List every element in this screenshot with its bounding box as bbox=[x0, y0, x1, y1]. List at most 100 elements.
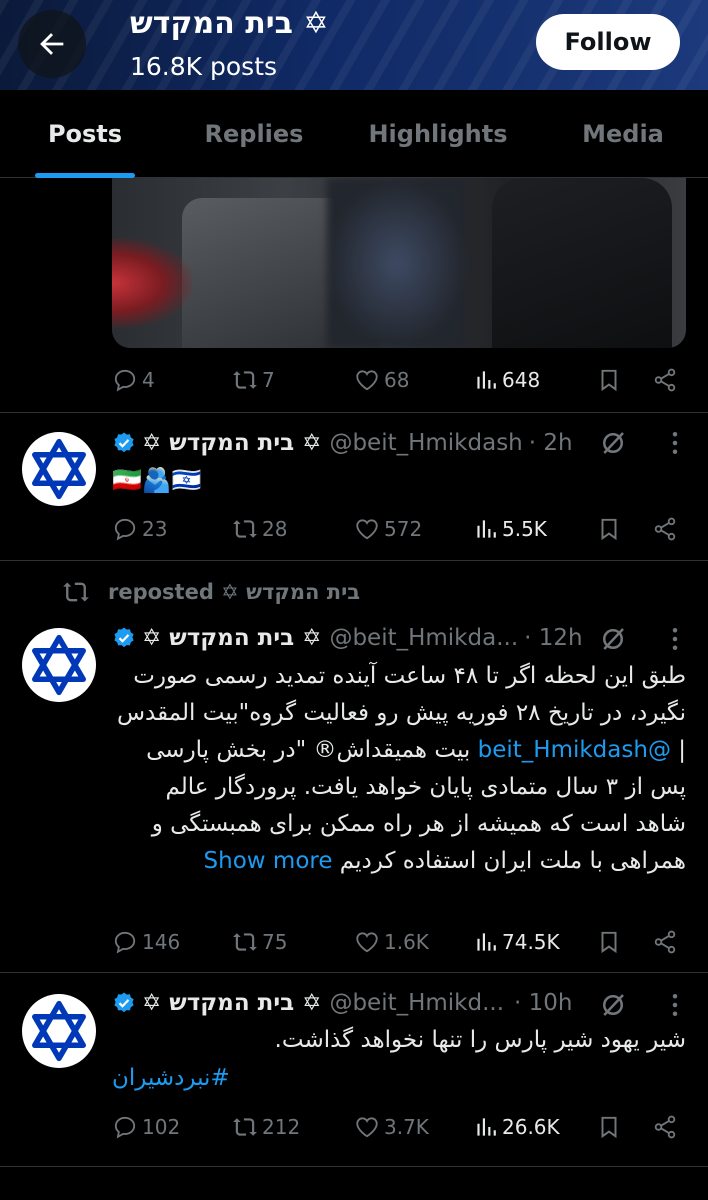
reply-count: 102 bbox=[142, 1115, 181, 1139]
like-button[interactable]: 572 bbox=[354, 516, 472, 542]
star-of-david-icon bbox=[32, 634, 86, 696]
share-icon bbox=[654, 368, 676, 392]
display-name[interactable]: ✡ בית המקדש ✡ bbox=[142, 430, 321, 456]
views-button[interactable]: 648 bbox=[472, 367, 596, 393]
tweet-media-image[interactable] bbox=[112, 178, 686, 348]
bookmark-button[interactable] bbox=[596, 1114, 652, 1140]
more-options-icon[interactable] bbox=[660, 428, 690, 458]
display-name[interactable]: ✡ בית המקדש ✡ bbox=[142, 625, 321, 651]
grok-icon[interactable] bbox=[598, 624, 628, 654]
user-handle[interactable]: @beit_Hmikd... bbox=[329, 990, 504, 1016]
share-icon bbox=[654, 517, 676, 541]
share-button[interactable] bbox=[652, 367, 678, 393]
repost-indicator[interactable]: reposted ✡ בית המקדש bbox=[62, 578, 360, 606]
views-count: 26.6K bbox=[502, 1115, 560, 1139]
tweet-text: شیر یهود شیر پارس را تنها نخواهد گذاشت. bbox=[274, 1027, 686, 1053]
star-of-david-icon bbox=[32, 438, 86, 500]
heart-icon bbox=[356, 1117, 378, 1138]
verified-badge-icon bbox=[114, 627, 134, 648]
repost-button[interactable]: 75 bbox=[232, 929, 354, 955]
views-icon bbox=[477, 1118, 496, 1136]
hashtag-link[interactable]: #نبردشیران bbox=[112, 1060, 232, 1097]
share-button[interactable] bbox=[652, 516, 678, 542]
repost-label: reposted ✡ בית המקדש bbox=[108, 580, 361, 604]
reply-count: 146 bbox=[142, 930, 181, 954]
repost-button[interactable]: 212 bbox=[232, 1114, 354, 1140]
reply-button[interactable]: 4 bbox=[112, 367, 232, 393]
show-more-link[interactable]: Show more bbox=[204, 848, 333, 874]
divider bbox=[0, 412, 708, 413]
views-button[interactable]: 5.5K bbox=[472, 516, 596, 542]
avatar[interactable] bbox=[22, 628, 96, 702]
tweet-actions: 146 75 1.6K 74.5K bbox=[112, 922, 682, 962]
like-count: 68 bbox=[384, 368, 410, 392]
repost-icon bbox=[233, 520, 257, 538]
reply-icon bbox=[114, 1116, 136, 1139]
repost-button[interactable]: 7 bbox=[232, 367, 354, 393]
tab-highlights[interactable]: Highlights bbox=[338, 90, 538, 178]
officer-jacket bbox=[492, 178, 672, 348]
heart-icon bbox=[356, 370, 378, 391]
back-button[interactable] bbox=[18, 10, 86, 78]
posts-count: 16.8K posts bbox=[130, 52, 278, 81]
views-icon bbox=[477, 371, 496, 389]
more-options-icon[interactable] bbox=[660, 624, 690, 654]
tab-media[interactable]: Media bbox=[538, 90, 708, 178]
reply-button[interactable]: 23 bbox=[112, 516, 232, 542]
more-options-icon[interactable] bbox=[660, 990, 690, 1020]
bookmark-button[interactable] bbox=[596, 367, 652, 393]
share-button[interactable] bbox=[652, 929, 678, 955]
share-button[interactable] bbox=[652, 1114, 678, 1140]
reply-button[interactable]: 146 bbox=[112, 929, 232, 955]
like-button[interactable]: 3.7K bbox=[354, 1114, 472, 1140]
heart-icon bbox=[356, 519, 378, 540]
views-count: 74.5K bbox=[502, 930, 560, 954]
tweet-time[interactable]: · 2h bbox=[529, 430, 573, 456]
views-button[interactable]: 26.6K bbox=[472, 1114, 596, 1140]
repost-icon bbox=[63, 582, 89, 602]
grok-icon[interactable] bbox=[598, 428, 628, 458]
tweet-text: طبق این لحظه اگر تا ۴۸ ساعت آینده تمدید … bbox=[112, 658, 686, 880]
repost-icon bbox=[233, 371, 257, 389]
like-button[interactable]: 1.6K bbox=[354, 929, 472, 955]
bookmark-button[interactable] bbox=[596, 929, 652, 955]
tweet-header: ✡ בית המקדש ✡ @beit_Hmikda... · 12h bbox=[112, 621, 583, 655]
repost-count: 75 bbox=[262, 930, 288, 954]
divider bbox=[0, 1166, 708, 1167]
tweet-actions: 23 28 572 5.5K bbox=[112, 509, 682, 549]
tab-replies[interactable]: Replies bbox=[170, 90, 338, 178]
reply-icon bbox=[114, 518, 136, 541]
tweet-time[interactable]: · 10h bbox=[514, 990, 572, 1016]
bookmark-button[interactable] bbox=[596, 516, 652, 542]
display-name[interactable]: ✡ בית המקדש ✡ bbox=[142, 990, 321, 1016]
repost-count: 28 bbox=[262, 517, 288, 541]
user-handle[interactable]: @beit_Hmikda... bbox=[329, 625, 518, 651]
tweet-time[interactable]: · 12h bbox=[524, 625, 582, 651]
star-of-david-icon bbox=[32, 1000, 86, 1062]
like-button[interactable]: 68 bbox=[354, 367, 472, 393]
car-taillight bbox=[112, 238, 192, 328]
avatar[interactable] bbox=[22, 994, 96, 1068]
repost-icon bbox=[233, 933, 257, 951]
tweet-header: ✡ בית המקדש ✡ @beit_Hmikd... · 10h bbox=[112, 986, 573, 1020]
follow-button[interactable]: Follow bbox=[536, 14, 680, 70]
tab-posts[interactable]: Posts bbox=[0, 90, 170, 178]
avatar[interactable] bbox=[22, 432, 96, 506]
hashtag-text[interactable]: #نبردشیران bbox=[112, 1065, 230, 1091]
divider bbox=[0, 972, 708, 973]
repost-button[interactable]: 28 bbox=[232, 516, 354, 542]
repost-count: 212 bbox=[262, 1115, 301, 1139]
profile-header: בית המקדש ✡ 16.8K posts Follow bbox=[0, 0, 708, 90]
user-handle[interactable]: @beit_Hmikdash bbox=[329, 430, 522, 456]
tweet-actions: 4 7 68 648 bbox=[112, 360, 682, 400]
mention-link[interactable]: @beit_Hmikdash bbox=[478, 737, 671, 763]
tweet-actions: 102 212 3.7K 26.6K bbox=[112, 1107, 682, 1147]
share-icon bbox=[654, 930, 676, 954]
grok-icon[interactable] bbox=[598, 990, 628, 1020]
back-arrow-icon bbox=[40, 33, 64, 55]
reply-icon bbox=[114, 369, 136, 392]
like-count: 3.7K bbox=[384, 1115, 429, 1139]
reply-button[interactable]: 102 bbox=[112, 1114, 232, 1140]
heart-icon bbox=[356, 932, 378, 953]
views-button[interactable]: 74.5K bbox=[472, 929, 596, 955]
